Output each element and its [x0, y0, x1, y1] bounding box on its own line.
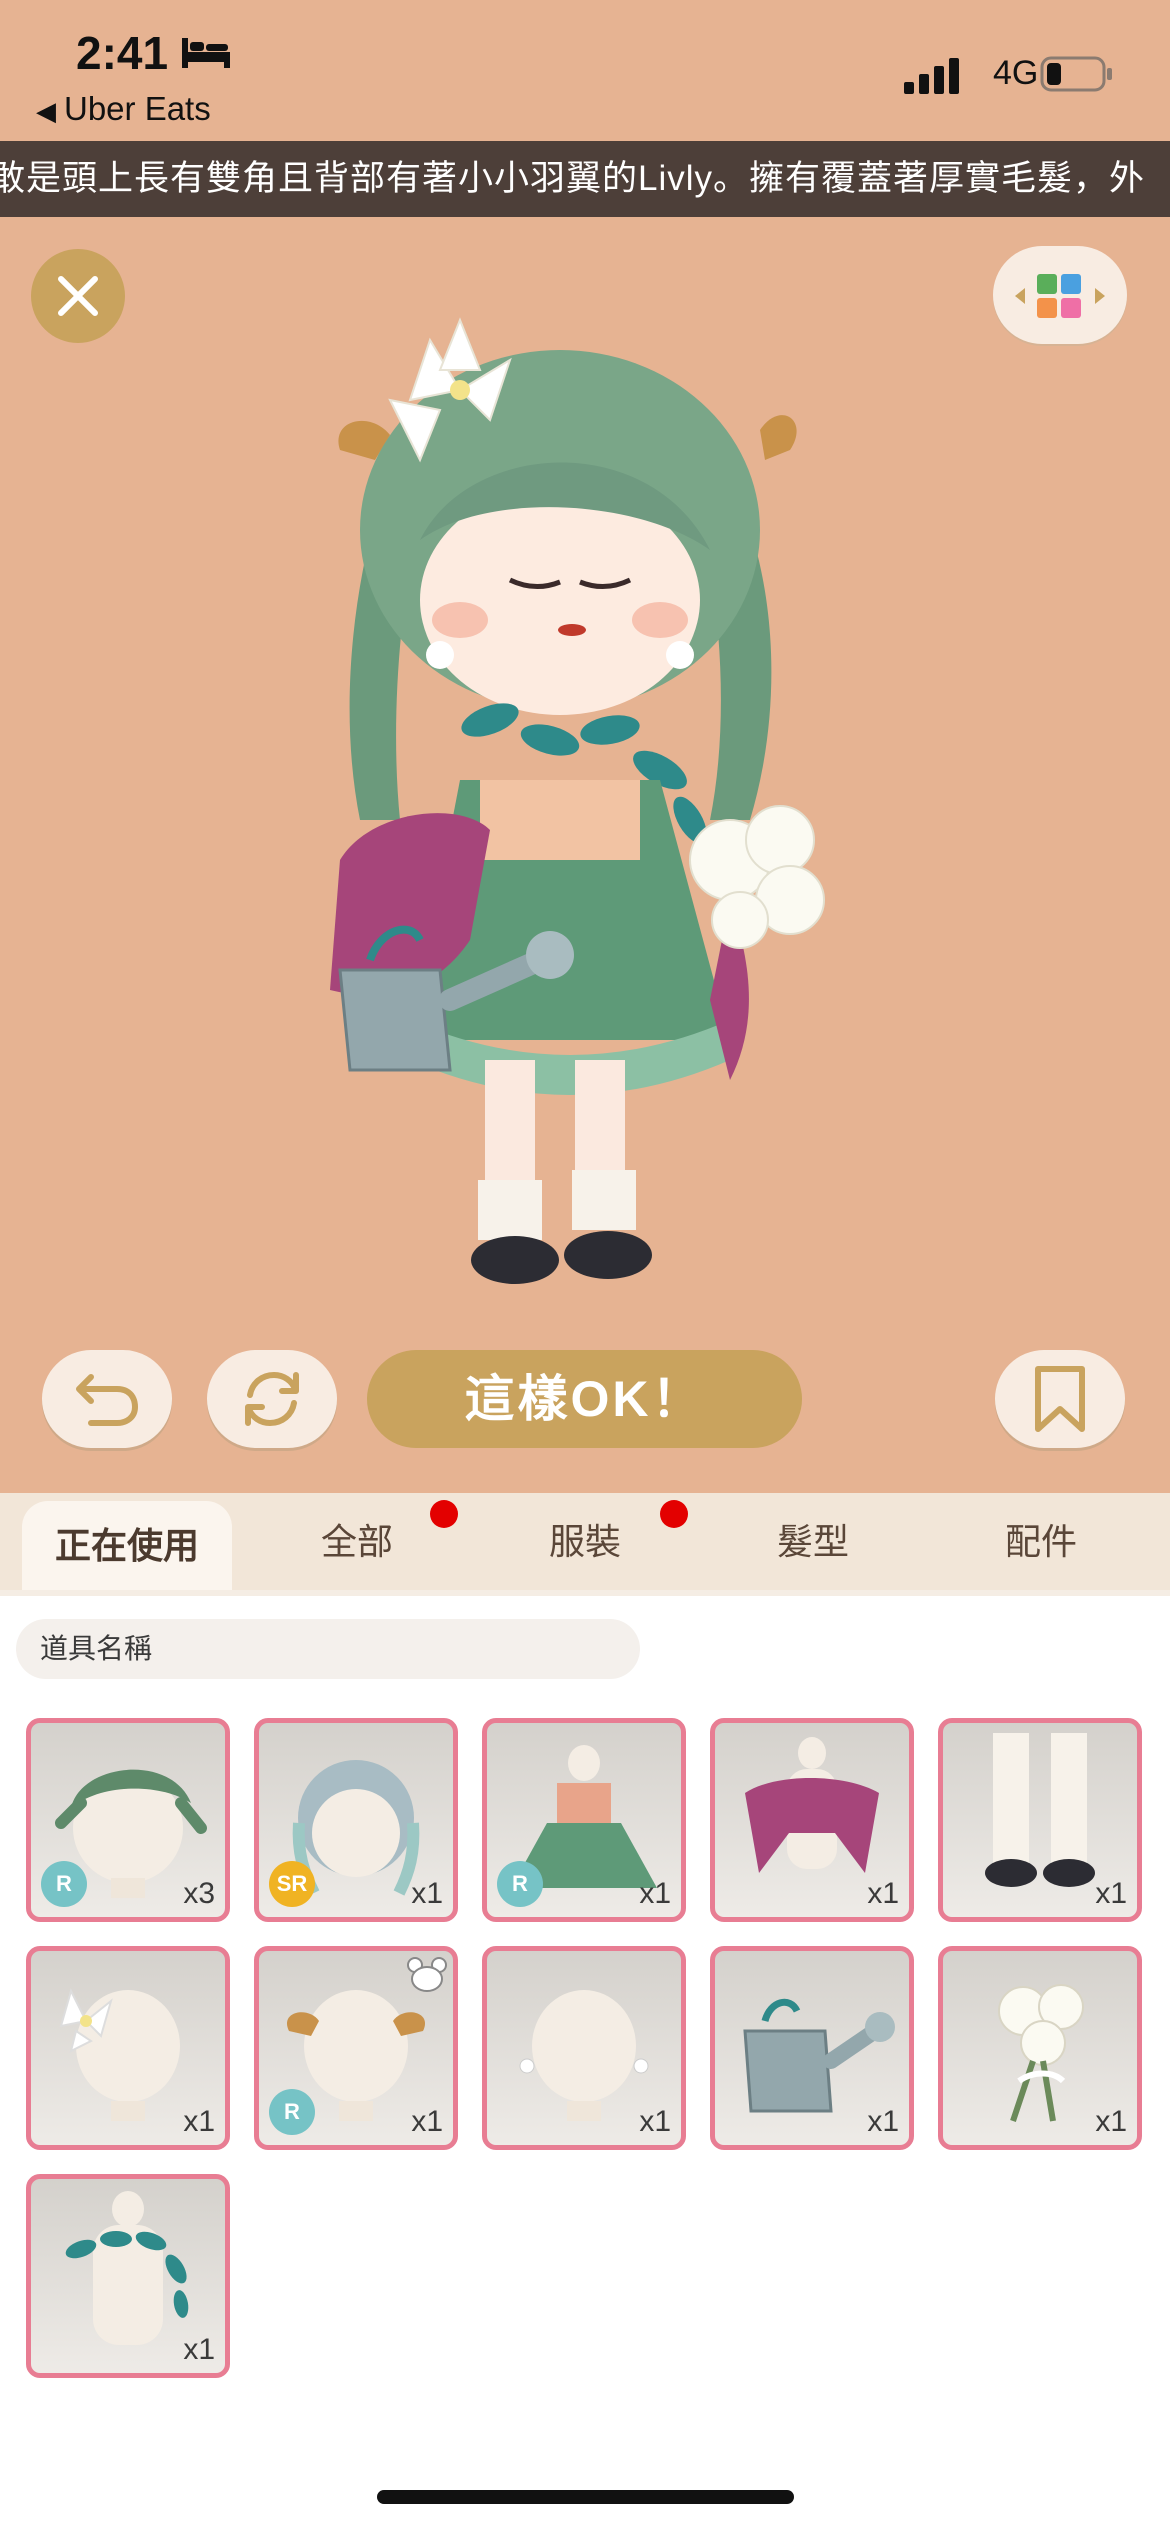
back-app-label: Uber Eats: [64, 90, 211, 127]
confirm-ok-button[interactable]: 這樣OK！: [367, 1350, 802, 1448]
palette-button[interactable]: [993, 246, 1127, 344]
item-count: x1: [1095, 2105, 1127, 2138]
tab-clothing[interactable]: 服裝: [480, 1493, 690, 1590]
item-card[interactable]: x1: [710, 1718, 914, 1922]
signal-icon: [904, 58, 959, 94]
item-card[interactable]: x1: [26, 2174, 230, 2378]
item-card[interactable]: x1: [938, 1718, 1142, 1922]
palette-icon: [1015, 274, 1105, 318]
bookmark-button[interactable]: [995, 1350, 1125, 1448]
item-count: x3: [183, 1877, 215, 1910]
item-count: x1: [411, 1877, 443, 1910]
item-count: x1: [183, 2333, 215, 2366]
tab-accessories[interactable]: 配件: [936, 1493, 1146, 1590]
item-count: x1: [411, 2105, 443, 2138]
status-time: 2:41: [76, 27, 169, 79]
network-label: 4G: [993, 54, 1039, 92]
marquee-text: 敢是頭上長有雙角且背部有著小小羽翼的Livly。擁有覆蓋著厚實毛髮，外: [0, 159, 1146, 198]
close-button[interactable]: [31, 249, 125, 343]
rarity-badge: R: [269, 2089, 315, 2135]
item-card[interactable]: x1: [26, 1946, 230, 2150]
back-to-app-link[interactable]: ◀ Uber Eats: [36, 90, 211, 128]
close-icon: [58, 276, 98, 316]
home-indicator[interactable]: [377, 2490, 794, 2504]
item-count: x1: [867, 1877, 899, 1910]
tab-in-use[interactable]: 正在使用: [22, 1501, 232, 1590]
rarity-badge: SR: [269, 1861, 315, 1907]
undo-button[interactable]: [42, 1350, 172, 1448]
item-card[interactable]: x1: [710, 1946, 914, 2150]
tab-clothing-badge: [660, 1500, 688, 1528]
description-marquee: 敢是頭上長有雙角且背部有著小小羽翼的Livly。擁有覆蓋著厚實毛髮，外: [0, 141, 1170, 217]
item-count: x1: [639, 2105, 671, 2138]
back-triangle-icon: ◀: [36, 96, 56, 126]
item-count: x1: [867, 2105, 899, 2138]
item-card[interactable]: x1: [938, 1946, 1142, 2150]
refresh-button[interactable]: [207, 1350, 337, 1448]
rarity-badge: R: [41, 1861, 87, 1907]
item-card[interactable]: SR x1: [254, 1718, 458, 1922]
bed-icon: [182, 38, 230, 68]
item-count: x1: [183, 2105, 215, 2138]
bear-icon: [407, 1957, 447, 1992]
item-card[interactable]: x1: [482, 1946, 686, 2150]
item-card[interactable]: R x1: [482, 1718, 686, 1922]
tab-divider: [0, 1590, 1170, 1596]
item-card[interactable]: R x1: [254, 1946, 458, 2150]
item-name-search[interactable]: 道具名稱: [16, 1619, 640, 1679]
avatar-character: [330, 317, 825, 1284]
bookmark-icon: [1035, 1366, 1085, 1432]
item-count: x1: [639, 1877, 671, 1910]
tab-hairstyle[interactable]: 髮型: [708, 1493, 918, 1590]
undo-icon: [76, 1374, 139, 1426]
item-count: x1: [1095, 1877, 1127, 1910]
battery-icon: [1040, 56, 1112, 92]
category-tabs: 正在使用 全部 服裝 髮型 配件: [0, 1493, 1170, 1590]
tab-all-badge: [430, 1500, 458, 1528]
item-card[interactable]: R x3: [26, 1718, 230, 1922]
rarity-badge: R: [497, 1861, 543, 1907]
refresh-icon: [245, 1371, 299, 1427]
